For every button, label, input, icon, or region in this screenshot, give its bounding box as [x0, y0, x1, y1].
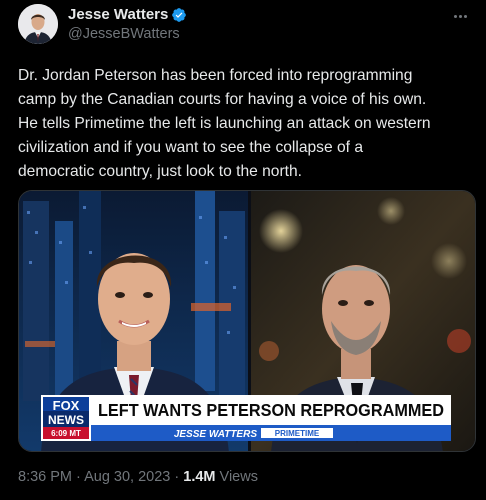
views-label: Views: [215, 469, 258, 485]
show-name: JESSE WATTERS: [174, 429, 257, 440]
avatar[interactable]: [18, 4, 58, 44]
more-options-icon[interactable]: [450, 8, 470, 24]
author-names: Jesse Watters @JesseBWatters: [68, 6, 187, 43]
broadcast-clock: 6:09 MT: [51, 429, 81, 438]
video-frame: FOX NEWS 6:09 MT LEFT WANTS PETERSON REP…: [19, 191, 475, 451]
display-name[interactable]: Jesse Watters: [68, 6, 168, 24]
views-count: 1.4M: [183, 469, 216, 485]
tweet-header: Jesse Watters @JesseBWatters: [18, 4, 472, 44]
headline-chyron: LEFT WANTS PETERSON REPROGRAMMED: [98, 400, 444, 420]
show-tag: PRIMETIME: [275, 429, 320, 438]
timestamp[interactable]: 8:36 PM · Aug 30, 2023 ·: [18, 469, 183, 485]
verified-badge-icon: [172, 7, 187, 22]
tweet-text: Dr. Jordan Peterson has been forced into…: [18, 67, 431, 180]
name-row: Jesse Watters: [68, 6, 187, 24]
author-handle[interactable]: @JesseBWatters: [68, 25, 187, 43]
tweet-meta: 8:36 PM · Aug 30, 2023 · 1.4M Views: [18, 468, 258, 486]
tweet-media-video[interactable]: FOX NEWS 6:09 MT LEFT WANTS PETERSON REP…: [18, 190, 476, 452]
network-logo-line1: FOX: [53, 398, 80, 413]
network-logo-line2: NEWS: [48, 413, 84, 427]
tweet: Jesse Watters @JesseBWatters Dr. Jordan …: [0, 0, 486, 500]
